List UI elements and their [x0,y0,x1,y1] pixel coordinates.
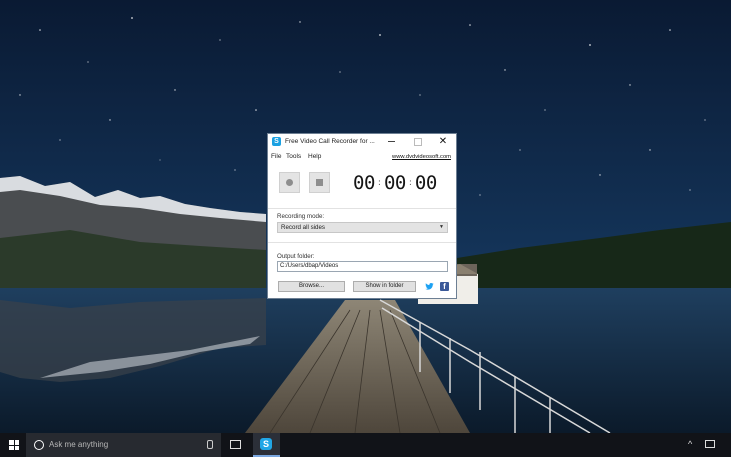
taskbar-app-skype[interactable]: S [253,433,280,457]
timer-separator: : [408,178,412,188]
show-in-folder-button[interactable]: Show in folder [353,281,416,292]
maximize-icon [414,137,422,146]
record-button[interactable] [279,172,300,193]
divider [268,242,456,243]
cortana-icon [34,440,44,450]
menu-tools[interactable]: Tools [286,153,301,160]
recording-mode-label: Recording mode: [277,213,325,220]
window-title: Free Video Call Recorder for ... [285,138,375,145]
recording-mode-select[interactable]: Record all sides ▼ [277,222,448,233]
skype-icon: S [272,137,281,146]
facebook-icon[interactable]: f [440,282,449,291]
taskbar-search[interactable]: Ask me anything [26,433,221,457]
recording-timer: 00 : 00 : 00 [353,172,437,194]
search-placeholder: Ask me anything [49,440,109,449]
skype-icon: S [260,438,272,450]
output-folder-value: C:/Users/dbap/Videos [280,263,339,269]
minimize-button[interactable] [378,134,404,150]
title-bar[interactable]: S Free Video Call Recorder for ... ✕ [268,134,456,150]
menu-help[interactable]: Help [308,153,321,160]
minimize-icon [387,141,395,143]
record-icon [286,179,293,186]
microphone-icon[interactable] [207,440,213,449]
task-view-icon[interactable] [230,440,241,449]
timer-minutes: 00 [383,172,406,194]
timer-hours: 00 [353,172,375,194]
timer-separator: : [377,178,381,188]
maximize-button[interactable] [405,134,431,150]
windows-logo-icon [9,440,19,450]
browse-button[interactable]: Browse... [278,281,345,292]
twitter-icon[interactable] [425,282,434,291]
taskbar: Ask me anything S ^ [0,433,731,457]
action-center-icon[interactable] [705,440,715,448]
timer-seconds: 00 [414,172,437,194]
start-button[interactable] [0,433,26,457]
app-window: S Free Video Call Recorder for ... ✕ Fil… [267,133,457,299]
recording-mode-value: Record all sides [281,224,326,231]
dropdown-arrow-icon: ▼ [439,224,444,230]
stop-icon [316,179,323,186]
recording-controls: 00 : 00 : 00 [268,164,456,209]
close-button[interactable]: ✕ [430,134,456,150]
menu-file[interactable]: File [271,153,281,160]
chevron-up-icon[interactable]: ^ [688,439,692,449]
stop-button[interactable] [309,172,330,193]
output-folder-input[interactable]: C:/Users/dbap/Videos [277,261,448,272]
output-folder-label: Output folder: [277,253,315,260]
website-link[interactable]: www.dvdvideosoft.com [392,154,451,160]
menu-bar: File Tools Help www.dvdvideosoft.com [268,151,456,163]
close-icon: ✕ [438,136,448,147]
